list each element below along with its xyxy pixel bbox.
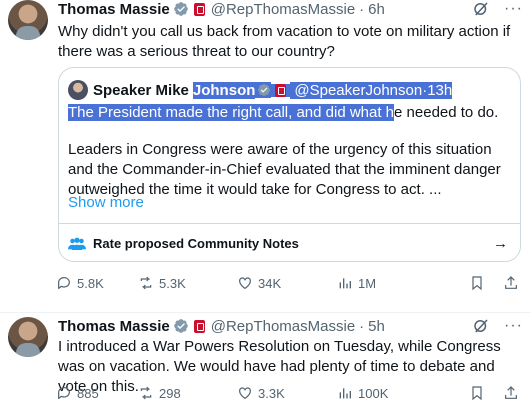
author-handle[interactable]: @RepThomasMassie bbox=[211, 318, 355, 335]
views-button[interactable]: 1M bbox=[337, 275, 432, 291]
quote-author-name-prefix: Speaker Mike bbox=[93, 81, 189, 99]
quote-text-rest: e needed to do. bbox=[394, 104, 499, 121]
bookmark-icon bbox=[472, 386, 482, 401]
house-flag-icon bbox=[193, 2, 205, 16]
repost-button[interactable]: 5.3K bbox=[138, 275, 237, 291]
author-name[interactable]: Thomas Massie bbox=[58, 318, 170, 335]
like-icon bbox=[239, 277, 251, 290]
reply-button[interactable]: 5.8K bbox=[56, 275, 138, 291]
community-notes-icon bbox=[68, 237, 86, 250]
bookmark-button[interactable] bbox=[469, 275, 485, 291]
quote-author-handle: @SpeakerJohnson bbox=[290, 81, 423, 99]
repost-count: 298 bbox=[159, 385, 181, 401]
community-notes-label: Rate proposed Community Notes bbox=[93, 236, 299, 251]
repost-count: 5.3K bbox=[159, 275, 186, 291]
verified-badge-icon bbox=[255, 82, 272, 98]
like-button[interactable]: 34K bbox=[237, 275, 337, 291]
view-count: 100K bbox=[358, 385, 389, 401]
bookmark-icon bbox=[472, 276, 482, 291]
quote-avatar bbox=[68, 80, 88, 100]
author-handle[interactable]: @RepThomasMassie bbox=[211, 1, 355, 18]
share-button[interactable] bbox=[503, 385, 519, 401]
repost-icon bbox=[140, 276, 152, 290]
reply-icon bbox=[58, 277, 70, 289]
show-more-link[interactable]: Show more bbox=[68, 194, 144, 211]
tweet[interactable]: Thomas Massie @RepThomasMassie · 6h ··· … bbox=[0, 0, 531, 305]
like-count: 3.3K bbox=[258, 385, 285, 401]
timestamp[interactable]: 6h bbox=[368, 1, 385, 18]
quote-text-first-line: The President made the right call, and d… bbox=[68, 103, 498, 123]
more-icon[interactable]: ··· bbox=[504, 318, 523, 334]
verified-badge-icon bbox=[173, 2, 188, 16]
reply-icon bbox=[58, 387, 70, 399]
separator-dot: · bbox=[359, 0, 365, 18]
reply-count: 5.8K bbox=[77, 275, 104, 291]
reply-count: 885 bbox=[77, 385, 99, 401]
share-icon bbox=[505, 386, 517, 399]
share-icon bbox=[505, 276, 517, 289]
views-icon bbox=[339, 278, 351, 289]
bookmark-button[interactable] bbox=[469, 385, 485, 401]
grok-icon[interactable] bbox=[472, 317, 490, 335]
tweet[interactable]: Thomas Massie @RepThomasMassie · 5h ··· … bbox=[0, 312, 531, 410]
quoted-tweet[interactable]: Speaker Mike Johnson @SpeakerJohnson · 1… bbox=[58, 67, 521, 262]
like-button[interactable]: 3.3K bbox=[237, 385, 337, 401]
more-icon[interactable]: ··· bbox=[504, 1, 523, 17]
like-icon bbox=[239, 387, 251, 400]
repost-button[interactable]: 298 bbox=[138, 385, 237, 401]
reply-button[interactable]: 885 bbox=[56, 385, 138, 401]
share-button[interactable] bbox=[503, 275, 519, 291]
tweet-text: Why didn't you call us back from vacatio… bbox=[58, 23, 511, 60]
author-name[interactable]: Thomas Massie bbox=[58, 1, 170, 18]
quote-text-body: Leaders in Congress were aware of the ur… bbox=[68, 141, 501, 198]
house-flag-icon bbox=[193, 319, 205, 333]
quote-header: Speaker Mike Johnson @SpeakerJohnson · 1… bbox=[68, 80, 453, 100]
tweet-header: Thomas Massie @RepThomasMassie · 6h ··· bbox=[58, 0, 523, 18]
quote-text-highlight: The President made the right call, and d… bbox=[68, 104, 395, 121]
views-button[interactable]: 100K bbox=[337, 385, 432, 401]
like-count: 34K bbox=[258, 275, 282, 291]
separator-dot: · bbox=[359, 317, 365, 335]
grok-icon[interactable] bbox=[472, 0, 490, 18]
arrow-right-icon[interactable]: → bbox=[493, 235, 508, 252]
avatar[interactable] bbox=[8, 0, 48, 40]
repost-icon bbox=[140, 386, 152, 400]
views-icon bbox=[339, 388, 351, 399]
timestamp[interactable]: 5h bbox=[368, 318, 385, 335]
action-bar: 885 298 3.3K 100K bbox=[56, 385, 519, 401]
avatar[interactable] bbox=[8, 317, 48, 357]
view-count: 1M bbox=[358, 275, 377, 291]
verified-badge-icon bbox=[173, 319, 188, 333]
action-bar: 5.8K 5.3K 34K 1M bbox=[56, 275, 519, 291]
tweet-header: Thomas Massie @RepThomasMassie · 5h ··· bbox=[58, 317, 523, 335]
community-notes-row[interactable]: Rate proposed Community Notes → bbox=[59, 223, 520, 261]
quote-author-name-highlight: Johnson bbox=[192, 81, 256, 99]
quote-timestamp: 13h bbox=[427, 81, 453, 99]
house-flag-icon bbox=[275, 83, 287, 97]
